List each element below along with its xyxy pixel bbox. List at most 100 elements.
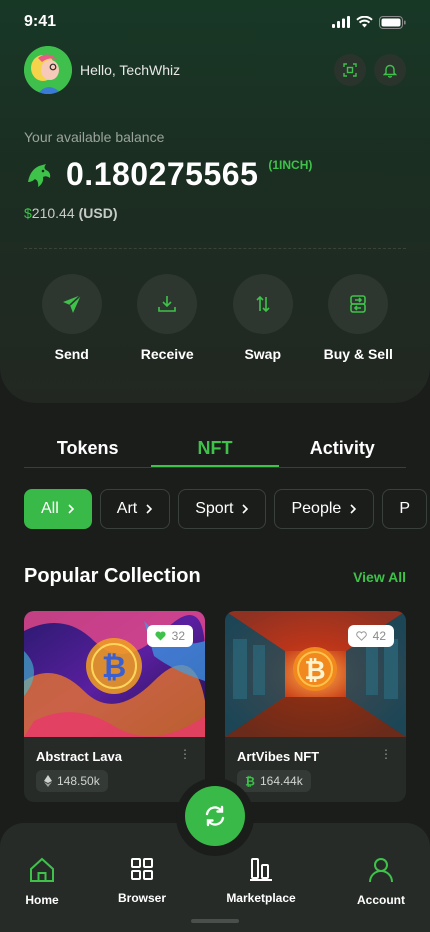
likes-count: 42 xyxy=(372,629,386,643)
avatar-illustration xyxy=(24,46,72,94)
heart-outline-icon xyxy=(355,631,367,641)
home-icon xyxy=(30,857,54,882)
more-options-icon[interactable]: ⋮ xyxy=(179,747,191,761)
buy-sell-label: Buy & Sell xyxy=(323,346,393,362)
user-icon xyxy=(369,858,393,883)
status-time: 9:41 xyxy=(24,13,57,30)
tab-tokens[interactable]: Tokens xyxy=(24,438,151,467)
bitcoin-icon: ₿ xyxy=(245,775,255,787)
buy-sell-button[interactable]: Buy & Sell xyxy=(311,274,407,362)
chip-art[interactable]: Art xyxy=(99,489,171,529)
balance-amount: 0.180275565 xyxy=(66,156,259,192)
system-icons xyxy=(332,15,406,29)
scan-button[interactable] xyxy=(334,54,366,86)
send-label: Send xyxy=(54,346,89,362)
swap-label: Swap xyxy=(244,346,282,362)
receive-button[interactable]: Receive xyxy=(120,274,216,362)
tab-nft[interactable]: NFT xyxy=(151,438,279,467)
notifications-button[interactable] xyxy=(374,54,406,86)
chevron-right-icon xyxy=(146,504,153,514)
download-icon xyxy=(158,296,177,312)
nav-label: Browser xyxy=(117,891,167,905)
chevron-right-icon xyxy=(68,504,74,514)
nft-image: ₿ 32 xyxy=(24,611,205,737)
receive-circle xyxy=(137,274,198,334)
balance-divider xyxy=(24,248,406,249)
nav-account[interactable]: Account xyxy=(333,856,429,907)
nft-title: Abstract Lava xyxy=(36,749,122,764)
nft-card[interactable]: ₿ 32 Abstract Lava ⋮ 148.50k xyxy=(24,611,205,802)
swap-button[interactable]: Swap xyxy=(215,274,311,362)
nav-browser[interactable]: Browser xyxy=(94,856,190,905)
nft-price: 148.50k xyxy=(36,770,108,792)
swap-arrows-icon xyxy=(256,295,270,313)
chip-label: All xyxy=(41,500,59,517)
scan-icon xyxy=(343,63,357,77)
chip-sport[interactable]: Sport xyxy=(178,489,267,529)
nft-title: ArtVibes NFT xyxy=(237,749,320,764)
nav-home[interactable]: Home xyxy=(0,856,90,907)
send-icon xyxy=(62,294,82,313)
fiat-balance: $210.44 (USD) xyxy=(24,205,118,221)
bar-chart-icon xyxy=(250,858,272,881)
nav-marketplace[interactable]: Marketplace xyxy=(213,856,309,905)
chip-label: P xyxy=(399,500,410,517)
status-bar: 9:41 xyxy=(24,10,406,34)
header: Hello, TechWhiz xyxy=(24,46,406,94)
chip-partial[interactable]: P xyxy=(382,489,427,529)
tab-activity[interactable]: Activity xyxy=(279,438,406,467)
greeting: Hello, TechWhiz xyxy=(80,62,181,78)
balance-unit: (1INCH) xyxy=(268,158,313,172)
battery-icon xyxy=(379,15,406,29)
receive-label: Receive xyxy=(140,346,194,362)
svg-text:₿: ₿ xyxy=(245,775,255,787)
chip-label: People xyxy=(291,500,342,517)
view-all-link[interactable]: View All xyxy=(353,569,406,585)
grid-icon xyxy=(131,858,153,880)
nav-label: Account xyxy=(357,893,405,907)
likes-badge[interactable]: 32 xyxy=(146,625,193,647)
balance-row: 0.180275565 (1INCH) xyxy=(24,154,312,194)
1inch-logo-icon xyxy=(28,164,51,187)
wallet-actions: Send Receive Swap Buy & Sell xyxy=(24,274,406,362)
fiat-code: (USD) xyxy=(78,205,118,221)
bell-icon xyxy=(383,64,397,78)
chip-label: Art xyxy=(116,500,138,517)
avatar[interactable] xyxy=(24,46,72,94)
balance-label: Your available balance xyxy=(24,129,165,145)
heart-filled-icon xyxy=(155,631,166,641)
swap-circle xyxy=(232,274,293,334)
chip-label: Sport xyxy=(195,500,234,517)
chevron-right-icon xyxy=(350,504,357,514)
refresh-icon xyxy=(205,805,225,827)
asset-tabs: Tokens NFT Activity xyxy=(24,438,406,468)
signal-icon xyxy=(332,16,350,28)
exchange-icon xyxy=(350,295,367,313)
nft-price: ₿ 164.44k xyxy=(237,770,311,792)
ethereum-icon xyxy=(44,775,52,787)
price-value: 164.44k xyxy=(260,774,303,788)
nav-label: Marketplace xyxy=(226,891,296,905)
wifi-icon xyxy=(356,16,373,28)
svg-text:₿: ₿ xyxy=(304,655,325,685)
send-circle xyxy=(41,274,102,334)
send-button[interactable]: Send xyxy=(24,274,120,362)
nft-image: ₿ 42 xyxy=(225,611,406,737)
nft-card[interactable]: ₿ 42 ArtVibes NFT ⋮ ₿ 164.44k xyxy=(225,611,406,802)
more-options-icon[interactable]: ⋮ xyxy=(380,747,392,761)
likes-count: 32 xyxy=(171,629,185,643)
category-filters: All Art Sport People P xyxy=(24,489,430,529)
nav-label: Home xyxy=(25,893,59,907)
svg-text:₿: ₿ xyxy=(102,651,126,684)
chip-people[interactable]: People xyxy=(274,489,375,529)
refresh-button[interactable] xyxy=(185,786,245,846)
fiat-amount: 210.44 xyxy=(31,205,75,221)
buy-sell-circle xyxy=(328,274,389,334)
chip-all[interactable]: All xyxy=(24,489,92,529)
price-value: 148.50k xyxy=(57,774,100,788)
likes-badge[interactable]: 42 xyxy=(347,625,394,647)
home-indicator xyxy=(191,919,239,923)
fiat-symbol: $ xyxy=(24,205,32,221)
section-title: Popular Collection xyxy=(24,565,201,587)
chevron-right-icon xyxy=(242,504,249,514)
